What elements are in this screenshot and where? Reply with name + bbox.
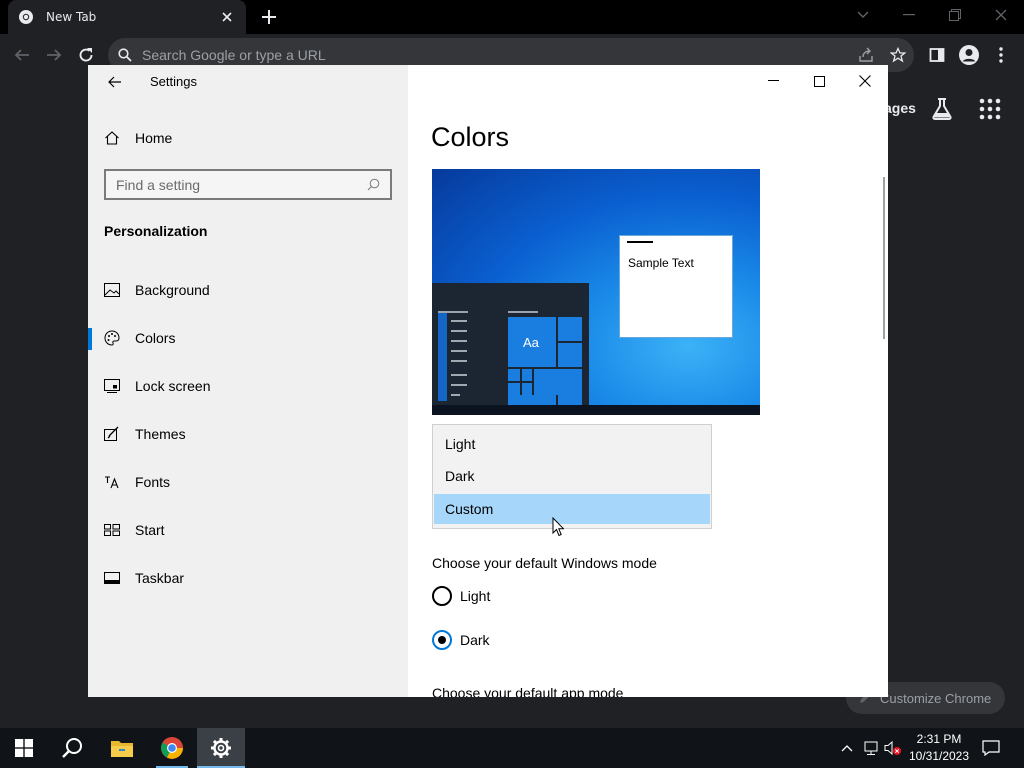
windows-taskbar: 2:31 PM 10/31/2023: [0, 728, 1024, 768]
settings-close-icon[interactable]: [850, 70, 880, 92]
search-icon: [118, 48, 132, 62]
settings-minimize-icon[interactable]: [758, 70, 788, 92]
color-mode-dropdown-list[interactable]: Light Dark Custom: [432, 424, 712, 529]
preview-start-menu-graphic: [438, 311, 582, 405]
radio-label: Dark: [460, 632, 490, 648]
side-panel-icon[interactable]: [926, 44, 948, 66]
nav-item-background[interactable]: Background: [88, 270, 408, 310]
dropdown-option-custom[interactable]: Custom: [434, 494, 710, 524]
chrome-tab-new-tab[interactable]: New Tab: [8, 0, 246, 34]
home-icon: [105, 131, 119, 145]
settings-gear-taskbar-icon[interactable]: [197, 728, 245, 768]
chrome-close-icon[interactable]: [990, 6, 1012, 24]
start-icon: [104, 522, 120, 538]
settings-window-title: Settings: [150, 74, 197, 89]
nav-item-fonts[interactable]: Fonts: [88, 462, 408, 502]
nav-item-label: Fonts: [135, 474, 171, 490]
preview-sample-text: Sample Text: [628, 256, 694, 270]
find-setting-input[interactable]: [116, 176, 367, 193]
color-preview: Aa Sample Text: [432, 169, 760, 415]
image-icon: [104, 282, 120, 298]
tab-close-icon[interactable]: [218, 8, 236, 26]
nav-item-taskbar[interactable]: Taskbar: [88, 558, 408, 598]
section-heading-personalization: Personalization: [104, 223, 208, 239]
nav-item-lock-screen[interactable]: Lock screen: [88, 366, 408, 406]
volume-muted-icon[interactable]: [884, 739, 902, 757]
new-tab-plus-icon[interactable]: [260, 8, 278, 26]
mouse-cursor-icon: [552, 517, 564, 537]
taskbar-clock[interactable]: 2:31 PM 10/31/2023: [906, 731, 972, 765]
find-setting-search-box[interactable]: [104, 169, 392, 200]
preview-sample-window: Sample Text: [619, 235, 733, 338]
windows-mode-radio-light[interactable]: Light: [432, 585, 490, 607]
chrome-restore-icon[interactable]: [944, 6, 966, 24]
nav-item-label: Themes: [135, 426, 186, 442]
taskbar-search-icon[interactable]: [48, 728, 96, 768]
dropdown-option-light[interactable]: Light: [434, 429, 710, 459]
nav-item-colors[interactable]: Colors: [88, 318, 408, 358]
radio-circle[interactable]: [432, 586, 452, 606]
nav-item-label: Taskbar: [135, 570, 185, 586]
clock-time: 2:31 PM: [916, 732, 962, 746]
customize-chrome-label: Customize Chrome: [880, 690, 992, 706]
page-title: Colors: [431, 122, 510, 152]
settings-nav-pane: Settings Home Personalization Background…: [88, 65, 408, 697]
profile-avatar-icon[interactable]: [958, 44, 980, 66]
windows-mode-label: Choose your default Windows mode: [432, 555, 657, 571]
clock-date: 10/31/2023: [908, 749, 970, 763]
preview-taskbar: [432, 405, 760, 415]
taskbar-icon: [104, 570, 120, 586]
dropdown-option-dark[interactable]: Dark: [434, 461, 710, 491]
radio-circle-checked[interactable]: [432, 630, 452, 650]
tray-chevron-up-icon[interactable]: [838, 739, 856, 757]
nav-item-label: Colors: [135, 330, 176, 346]
nav-item-themes[interactable]: Themes: [88, 414, 408, 454]
radio-label: Light: [460, 588, 491, 604]
chrome-tabstrip: New Tab: [0, 0, 1024, 34]
nav-home-label: Home: [135, 130, 173, 146]
chrome-menu-icon[interactable]: [990, 44, 1012, 66]
lock-screen-icon: [104, 378, 120, 394]
palette-icon: [104, 330, 120, 346]
windows-start-icon[interactable]: [0, 728, 48, 768]
tab-title: New Tab: [46, 10, 97, 24]
preview-start-menu: Aa: [432, 283, 589, 405]
windows-mode-radio-dark[interactable]: Dark: [432, 629, 490, 651]
omnibox-input[interactable]: [142, 47, 802, 63]
share-icon[interactable]: [858, 47, 874, 67]
ntp-images-link[interactable]: ages: [884, 100, 916, 116]
nav-item-label: Background: [135, 282, 210, 298]
settings-maximize-icon[interactable]: [804, 70, 834, 92]
network-icon[interactable]: [862, 739, 880, 757]
back-arrow-icon[interactable]: [11, 44, 33, 66]
settings-scrollbar[interactable]: [883, 177, 885, 339]
bookmark-star-icon[interactable]: [889, 46, 907, 67]
nav-home[interactable]: Home: [104, 127, 172, 149]
settings-back-arrow-icon[interactable]: [104, 73, 126, 91]
reload-icon[interactable]: [75, 44, 97, 66]
file-explorer-icon[interactable]: [98, 728, 146, 768]
themes-icon: [104, 426, 120, 442]
chrome-minimize-icon[interactable]: [898, 6, 920, 24]
settings-window: Settings Home Personalization Background…: [88, 65, 888, 697]
search-icon: [367, 178, 380, 191]
google-apps-grid-icon[interactable]: [978, 97, 1002, 121]
nav-item-label: Lock screen: [135, 378, 211, 394]
app-mode-label: Choose your default app mode: [432, 685, 624, 697]
chrome-taskbar-icon[interactable]: [148, 728, 196, 768]
chrome-favicon-icon: [19, 10, 33, 24]
nav-item-start[interactable]: Start: [88, 510, 408, 550]
forward-arrow-icon[interactable]: [43, 44, 65, 66]
preview-tile-text: Aa: [523, 335, 539, 350]
nav-item-label: Start: [135, 522, 165, 538]
action-center-notification-icon[interactable]: [982, 739, 1000, 757]
labs-flask-icon[interactable]: [930, 97, 954, 121]
fonts-icon: [104, 474, 120, 490]
tab-search-chevron-icon[interactable]: [852, 6, 874, 24]
